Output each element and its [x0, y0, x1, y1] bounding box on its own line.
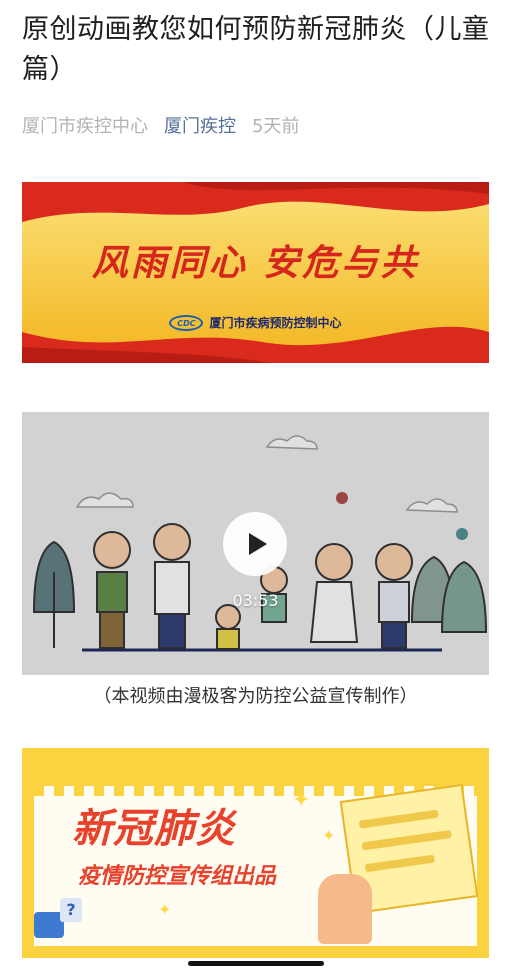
star-icon: ✦	[292, 788, 311, 813]
publish-time: 5天前	[252, 116, 300, 137]
video-duration: 03:53	[232, 591, 279, 610]
home-indicator[interactable]	[188, 961, 324, 966]
hand-icon	[318, 874, 372, 944]
author-name: 厦门市疾控中心	[22, 116, 148, 137]
banner-org: CDC 厦门市疾病预防控制中心	[22, 314, 489, 331]
video-caption: （本视频由漫极客为防控公益宣传制作）	[93, 686, 418, 707]
banner-image-1[interactable]: 风雨同心 安危与共 CDC 厦门市疾病预防控制中心	[22, 182, 489, 363]
question-icon[interactable]: ?	[60, 898, 82, 922]
star-icon: ✦	[158, 900, 172, 919]
play-icon	[249, 533, 267, 555]
article-meta: 厦门市疾控中心 厦门疾控 5天前	[22, 112, 299, 138]
video-player[interactable]: 03:53	[22, 412, 489, 675]
banner2-headline: 新冠肺炎	[72, 806, 236, 852]
banner2-subtitle: 疫情防控宣传组出品	[78, 864, 277, 889]
star-icon: ✦	[322, 826, 336, 845]
article-title: 原创动画教您如何预防新冠肺炎（儿童篇）	[22, 14, 490, 85]
banner-image-2[interactable]: 新冠肺炎 疫情防控宣传组出品 ✦ ✦ ✦	[22, 748, 489, 958]
banner-slogan: 风雨同心 安危与共	[91, 242, 420, 284]
banner-org-name: 厦门市疾病预防控制中心	[209, 316, 342, 330]
play-button[interactable]	[223, 512, 287, 576]
account-link[interactable]: 厦门疾控	[164, 112, 236, 138]
cdc-logo-icon: CDC	[169, 314, 204, 331]
